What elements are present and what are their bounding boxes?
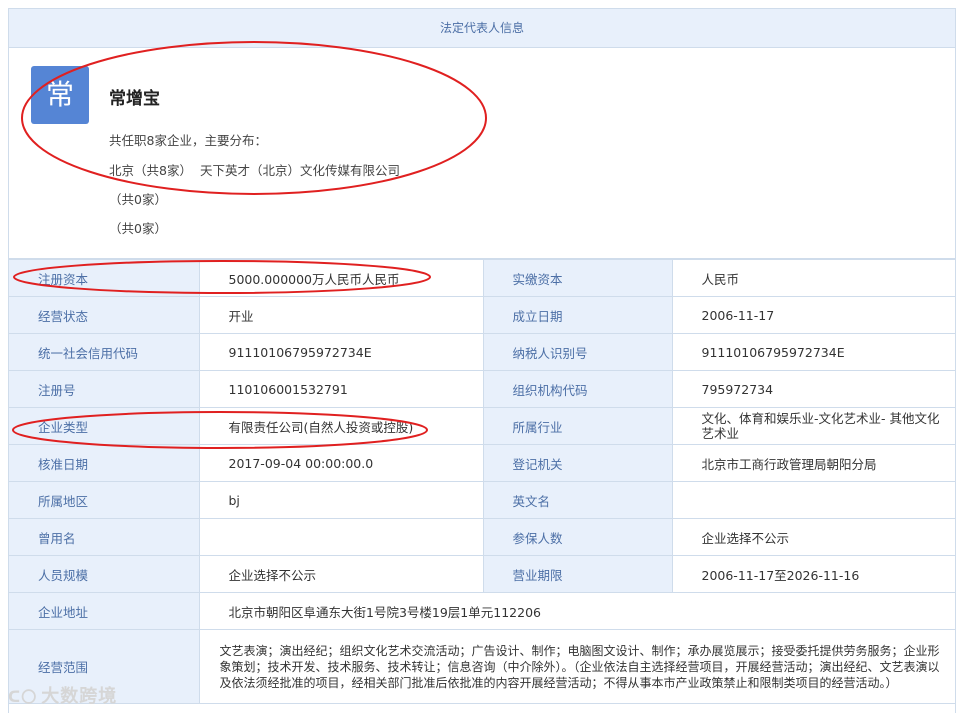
- field-label: 参保人数: [482, 518, 673, 556]
- field-value: 795972734: [671, 370, 955, 408]
- table-row: 所属地区 bj 英文名: [9, 481, 955, 519]
- table-row: 经营范围 文艺表演；演出经纪；组织文化艺术交流活动；广告设计、制作；电脑图文设计…: [9, 629, 955, 704]
- table-row: 经营状态 开业 成立日期 2006-11-17: [9, 296, 955, 334]
- field-value: 110106001532791: [198, 370, 484, 408]
- field-value: 91110106795972734E: [198, 333, 484, 371]
- positions-summary: 共任职8家企业，主要分布：: [109, 133, 267, 148]
- table-row: 企业地址 北京市朝阳区阜通东大街1号院3号楼19层1单元112206: [9, 592, 955, 630]
- field-value: 2006-11-17至2026-11-16: [671, 555, 955, 593]
- field-label: 所属地区: [9, 481, 200, 519]
- region-line: 北京（共8家） 天下英才（北京）文化传媒有限公司: [109, 160, 400, 179]
- legal-representative-panel: 法定代表人信息 常 常增宝 共任职8家企业，主要分布： 北京（共8家） 天下英才（…: [8, 8, 956, 713]
- field-label: 经营状态: [9, 296, 200, 334]
- company-link[interactable]: 天下英才（北京）文化传媒有限公司: [200, 163, 400, 178]
- field-value: 文化、体育和娱乐业-文化艺术业- 其他文化艺术业: [671, 407, 955, 445]
- field-value: 91110106795972734E: [671, 333, 955, 371]
- table-row: 曾用名 参保人数 企业选择不公示: [9, 518, 955, 556]
- field-label: 成立日期: [482, 296, 673, 334]
- business-scope-value: 文艺表演；演出经纪；组织文化艺术交流活动；广告设计、制作；电脑图文设计、制作；承…: [198, 629, 955, 704]
- field-value: [198, 518, 484, 556]
- watermark-logo-icon: ᑕ〇: [8, 688, 38, 706]
- field-label: 营业期限: [482, 555, 673, 593]
- field-label: 实缴资本: [482, 259, 673, 297]
- field-value: 2006-11-17: [671, 296, 955, 334]
- field-label: 统一社会信用代码: [9, 333, 200, 371]
- field-label: 核准日期: [9, 444, 200, 482]
- table-row: 核准日期 2017-09-04 00:00:00.0 登记机关 北京市工商行政管…: [9, 444, 955, 482]
- panel-header: 法定代表人信息: [9, 9, 955, 48]
- field-label: 纳税人识别号: [482, 333, 673, 371]
- table-row: 统一社会信用代码 91110106795972734E 纳税人识别号 91110…: [9, 333, 955, 371]
- watermark: ᑕ〇 大数跨境: [8, 682, 117, 708]
- field-value: 企业选择不公示: [671, 518, 955, 556]
- watermark-text: 大数跨境: [41, 686, 118, 707]
- field-value: 开业: [198, 296, 484, 334]
- person-name[interactable]: 常增宝: [109, 84, 160, 109]
- region-count: 北京（共8家）: [109, 163, 192, 178]
- address-value: 北京市朝阳区阜通东大街1号院3号楼19层1单元112206: [198, 592, 955, 630]
- field-label: 英文名: [482, 481, 673, 519]
- table-row: 企业类型 有限责任公司(自然人投资或控股) 所属行业 文化、体育和娱乐业-文化艺…: [9, 407, 955, 445]
- field-label: 企业地址: [9, 592, 200, 630]
- field-label: 人员规模: [9, 555, 200, 593]
- table-row: 人员规模 企业选择不公示 营业期限 2006-11-17至2026-11-16: [9, 555, 955, 593]
- field-label: 组织机构代码: [482, 370, 673, 408]
- field-value: bj: [198, 481, 484, 519]
- region-extra-1: （共0家）: [109, 192, 167, 207]
- field-value: 有限责任公司(自然人投资或控股): [198, 407, 484, 445]
- field-label: 所属行业: [482, 407, 673, 445]
- field-value: 人民币: [671, 259, 955, 297]
- table-row: 注册号 110106001532791 组织机构代码 795972734: [9, 370, 955, 408]
- field-value: 企业选择不公示: [198, 555, 484, 593]
- field-label: 企业类型: [9, 407, 200, 445]
- person-section: 常 常增宝 共任职8家企业，主要分布： 北京（共8家） 天下英才（北京）文化传媒有…: [9, 48, 955, 259]
- field-label: 曾用名: [9, 518, 200, 556]
- table-row: 注册资本 5000.000000万人民币人民币 实缴资本 人民币: [9, 259, 955, 297]
- field-label: 登记机关: [482, 444, 673, 482]
- field-value: [671, 481, 955, 519]
- field-label: 注册号: [9, 370, 200, 408]
- company-info-table: 注册资本 5000.000000万人民币人民币 实缴资本 人民币 经营状态 开业…: [9, 259, 955, 704]
- field-value: 2017-09-04 00:00:00.0: [198, 444, 484, 482]
- field-value: 5000.000000万人民币人民币: [198, 259, 484, 297]
- field-label: 注册资本: [9, 259, 200, 297]
- field-value: 北京市工商行政管理局朝阳分局: [671, 444, 955, 482]
- region-extra-2: （共0家）: [109, 221, 167, 236]
- avatar: 常: [31, 66, 89, 124]
